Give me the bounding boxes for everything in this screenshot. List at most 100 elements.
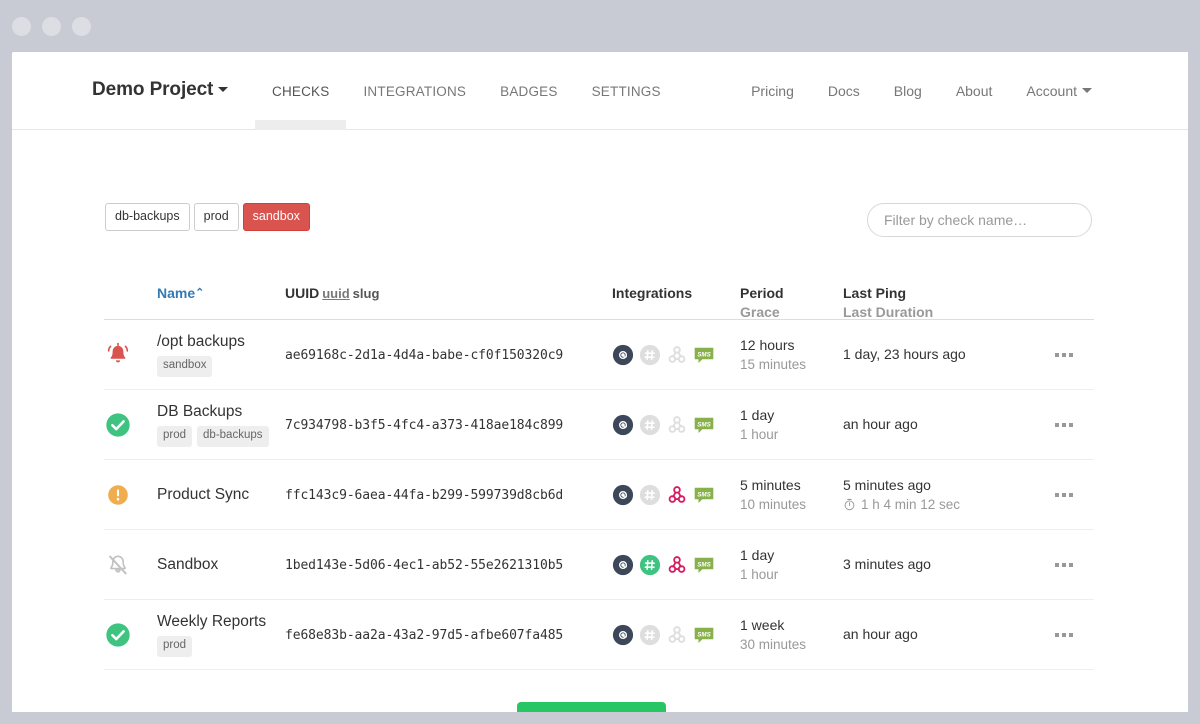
search-input[interactable] xyxy=(867,203,1092,237)
row-ping-cell: 3 minutes ago xyxy=(843,554,1051,574)
check-uuid[interactable]: ffc143c9-6aea-44fa-b299-599739d8cb6d xyxy=(285,488,563,503)
tag-filter-db-backups[interactable]: db-backups xyxy=(105,203,190,231)
header-name-sort[interactable]: Name⌃ xyxy=(157,262,285,303)
check-last-duration-wrap: 1 h 4 min 12 sec xyxy=(843,495,1051,515)
row-uuid-cell: ffc143c9-6aea-44fa-b299-599739d8cb6d xyxy=(285,486,612,504)
table-row[interactable]: DB Backups prod db-backups 7c934798-b3f5… xyxy=(104,390,1094,460)
header-uuid-label: UUID xyxy=(285,285,319,301)
check-last-duration: 1 h 4 min 12 sec xyxy=(861,495,960,515)
row-period-cell: 1 day 1 hour xyxy=(740,405,843,445)
slack-icon xyxy=(639,344,661,366)
nav-link-docs[interactable]: Docs xyxy=(811,83,877,99)
row-actions-cell xyxy=(1051,347,1094,363)
sms-icon: SMS xyxy=(693,414,715,436)
chevron-down-icon xyxy=(218,87,228,92)
tab-checks[interactable]: CHECKS xyxy=(255,52,346,130)
email-icon xyxy=(612,484,634,506)
row-integrations-cell: SMS xyxy=(612,414,740,436)
project-switcher[interactable]: Demo Project xyxy=(92,79,228,101)
webhook-icon xyxy=(666,344,688,366)
check-uuid[interactable]: fe68e83b-aa2a-43a2-97d5-afbe607fa485 xyxy=(285,628,563,643)
sms-icon: SMS xyxy=(693,554,715,576)
check-grace: 1 hour xyxy=(740,425,843,445)
email-icon xyxy=(612,344,634,366)
row-name-cell: /opt backups sandbox xyxy=(157,332,285,377)
check-grace: 30 minutes xyxy=(740,635,843,655)
header-uuid-option-uuid[interactable]: uuid xyxy=(322,286,349,301)
tag-filter-sandbox[interactable]: sandbox xyxy=(243,203,310,231)
row-integrations-cell: SMS xyxy=(612,624,740,646)
tag-filter-prod[interactable]: prod xyxy=(194,203,239,231)
table-row[interactable]: /opt backups sandbox ae69168c-2d1a-4d4a-… xyxy=(104,320,1094,390)
integration-icons: SMS xyxy=(612,414,740,436)
check-uuid[interactable]: 1bed143e-5d06-4ec1-ab52-55e2621310b5 xyxy=(285,558,563,573)
email-icon xyxy=(612,554,634,576)
project-name: Demo Project xyxy=(92,79,213,100)
svg-text:SMS: SMS xyxy=(697,631,711,638)
check-last-ping: 5 minutes ago xyxy=(843,475,1051,495)
integration-icons: SMS xyxy=(612,554,740,576)
table-header-row: Name⌃ UUIDuuidslug Integrations Period G… xyxy=(104,262,1094,320)
check-tag: db-backups xyxy=(197,426,268,447)
integration-icons: SMS xyxy=(612,344,740,366)
row-status xyxy=(104,341,157,369)
header-uuid-option-slug[interactable]: slug xyxy=(353,286,380,301)
check-name[interactable]: /opt backups xyxy=(157,332,285,351)
check-period: 5 minutes xyxy=(740,475,843,495)
row-uuid-cell: ae69168c-2d1a-4d4a-babe-cf0f150320c9 xyxy=(285,346,612,364)
header-grace-label: Grace xyxy=(740,303,843,322)
row-actions-menu-button[interactable] xyxy=(1051,487,1094,503)
webhook-icon xyxy=(666,484,688,506)
row-status xyxy=(104,621,157,649)
webhook-icon xyxy=(666,554,688,576)
row-actions-menu-button[interactable] xyxy=(1051,417,1094,433)
row-actions-cell xyxy=(1051,627,1094,643)
row-ping-cell: an hour ago xyxy=(843,414,1051,434)
check-tags: prod db-backups xyxy=(157,426,285,447)
tab-checks-label: CHECKS xyxy=(272,84,329,99)
check-uuid[interactable]: 7c934798-b3f5-4fc4-a373-418ae184c899 xyxy=(285,418,563,433)
window-minimize-dot[interactable] xyxy=(42,17,61,36)
check-name[interactable]: DB Backups xyxy=(157,402,285,421)
header-last-ping-label: Last Ping xyxy=(843,285,906,301)
check-name[interactable]: Product Sync xyxy=(157,485,285,504)
header-period: Period Grace xyxy=(740,262,843,322)
row-actions-menu-button[interactable] xyxy=(1051,557,1094,573)
tab-integrations[interactable]: INTEGRATIONS xyxy=(346,52,483,130)
account-label: Account xyxy=(1026,83,1077,99)
row-period-cell: 1 week 30 minutes xyxy=(740,615,843,655)
tab-integrations-label: INTEGRATIONS xyxy=(363,84,466,99)
browser-window-chrome xyxy=(0,0,1200,52)
tab-settings-label: SETTINGS xyxy=(592,84,661,99)
check-grace: 1 hour xyxy=(740,565,843,585)
row-actions-menu-button[interactable] xyxy=(1051,347,1094,363)
nav-link-pricing[interactable]: Pricing xyxy=(734,83,811,99)
sms-icon: SMS xyxy=(693,344,715,366)
row-name-cell: Product Sync xyxy=(157,485,285,504)
tab-badges[interactable]: BADGES xyxy=(483,52,574,130)
check-tag: prod xyxy=(157,636,192,657)
tab-settings[interactable]: SETTINGS xyxy=(575,52,678,130)
window-close-dot[interactable] xyxy=(12,17,31,36)
slack-icon xyxy=(639,484,661,506)
row-integrations-cell: SMS xyxy=(612,554,740,576)
nav-link-account[interactable]: Account xyxy=(1009,83,1092,99)
svg-text:SMS: SMS xyxy=(697,421,711,428)
nav-link-blog[interactable]: Blog xyxy=(877,83,939,99)
nav-link-about[interactable]: About xyxy=(939,83,1010,99)
search-container xyxy=(867,203,1092,237)
check-uuid[interactable]: ae69168c-2d1a-4d4a-babe-cf0f150320c9 xyxy=(285,348,563,363)
paused-bell-slash-icon xyxy=(104,551,132,579)
table-row[interactable]: Sandbox 1bed143e-5d06-4ec1-ab52-55e26213… xyxy=(104,530,1094,600)
check-name[interactable]: Sandbox xyxy=(157,555,285,574)
row-period-cell: 5 minutes 10 minutes xyxy=(740,475,843,515)
add-check-button[interactable]: Add Check xyxy=(517,702,665,712)
window-maximize-dot[interactable] xyxy=(72,17,91,36)
window-controls xyxy=(12,17,91,36)
table-row[interactable]: Weekly Reports prod fe68e83b-aa2a-43a2-9… xyxy=(104,600,1094,670)
row-actions-menu-button[interactable] xyxy=(1051,627,1094,643)
check-name[interactable]: Weekly Reports xyxy=(157,612,285,631)
row-actions-cell xyxy=(1051,487,1094,503)
row-ping-cell: 5 minutes ago 1 h 4 min 12 sec xyxy=(843,475,1051,515)
table-row[interactable]: Product Sync ffc143c9-6aea-44fa-b299-599… xyxy=(104,460,1094,530)
